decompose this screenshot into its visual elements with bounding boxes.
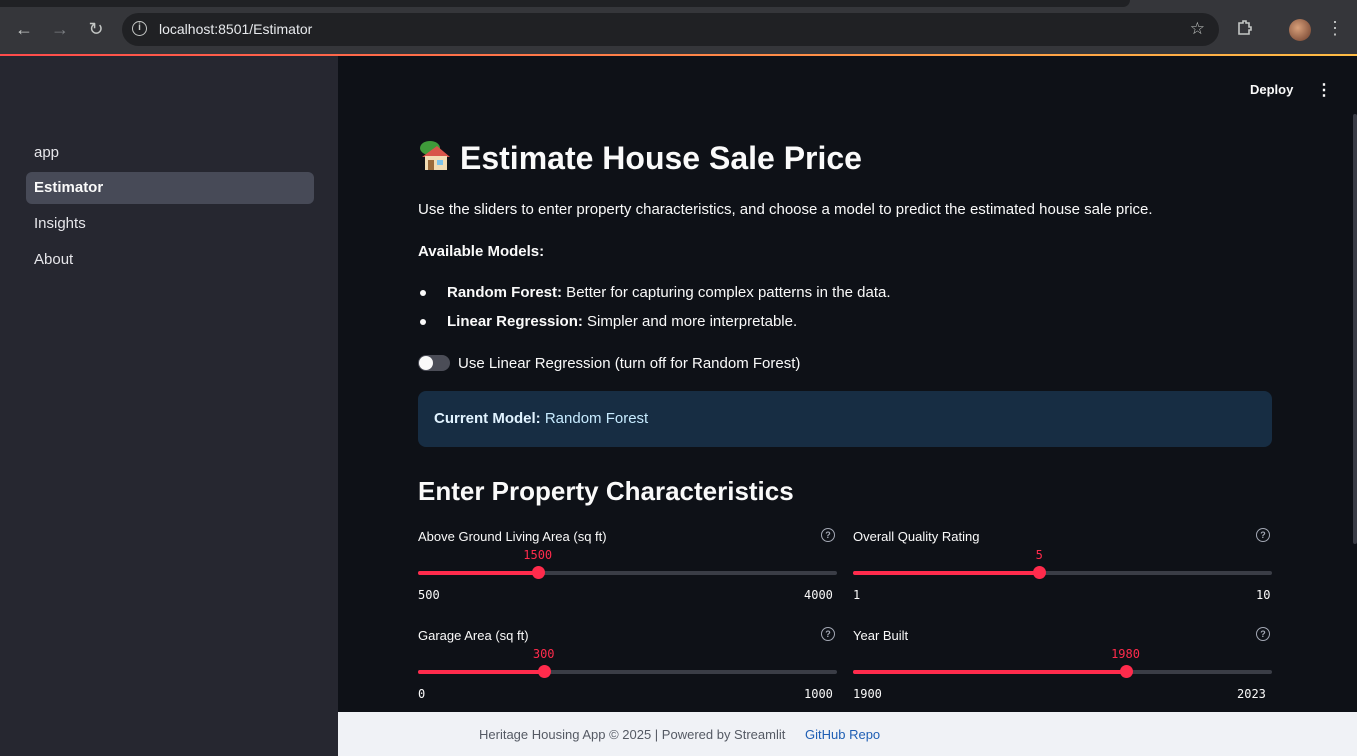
model-desc: Simpler and more interpretable. [582, 313, 798, 330]
page-title-text: Estimate House Sale Price [460, 140, 862, 176]
slider-fill [418, 571, 538, 575]
current-model-text: Current Model: Random Forest [434, 410, 648, 427]
section-title: Enter Property Characteristics [418, 476, 794, 506]
living-area-slider[interactable]: 1500 [418, 548, 837, 579]
model-name: Linear Regression: [447, 313, 583, 330]
back-icon[interactable]: ← [13, 18, 35, 40]
github-repo-link[interactable]: GitHub Repo [805, 727, 880, 742]
help-icon[interactable]: ? [821, 528, 835, 542]
slider-max: 4000 [804, 588, 833, 602]
footer-text: Heritage Housing App © 2025 | Powered by… [479, 727, 786, 742]
footer: Heritage Housing App © 2025 | Powered by… [338, 712, 1357, 756]
site-info-icon[interactable]: i [132, 21, 147, 36]
slider-thumb[interactable] [537, 665, 551, 678]
slider-value: 1500 [523, 548, 553, 562]
slider-value: 300 [532, 647, 555, 661]
quality-label: Overall Quality Rating [853, 529, 980, 544]
help-icon[interactable]: ? [1256, 627, 1270, 641]
sidebar-item-insights[interactable]: Insights [26, 208, 314, 240]
current-model-label: Current Model: [434, 410, 541, 427]
current-model-value: Random Forest [544, 410, 649, 427]
slider-fill [853, 571, 1040, 575]
list-item: Random Forest: Better for capturing comp… [447, 284, 891, 301]
slider-thumb[interactable] [1033, 566, 1047, 579]
reload-icon[interactable]: ↻ [85, 18, 107, 40]
page-title: Estimate House Sale Price [418, 139, 862, 177]
browser-menu-icon[interactable]: ⋮ [1326, 18, 1344, 39]
model-name: Random Forest: [447, 284, 563, 301]
bookmark-star-icon[interactable]: ☆ [1190, 19, 1205, 39]
garage-area-slider[interactable]: 300 [418, 647, 837, 678]
deploy-button[interactable]: Deploy [1250, 82, 1293, 97]
linear-regression-toggle[interactable] [418, 355, 450, 371]
sidebar-item-about[interactable]: About [26, 244, 314, 276]
scrollbar[interactable] [1353, 114, 1357, 544]
profile-avatar[interactable] [1289, 19, 1311, 41]
slider-max: 2023 [1237, 687, 1266, 701]
list-bullet [420, 290, 426, 296]
slider-fill [853, 670, 1126, 674]
model-desc: Better for capturing complex patterns in… [562, 284, 891, 301]
list-bullet [420, 319, 426, 325]
slider-min: 500 [418, 588, 440, 602]
slider-thumb[interactable] [1119, 665, 1133, 678]
sidebar-item-estimator[interactable]: Estimator [26, 172, 314, 204]
tab-strip [0, 0, 1130, 7]
quality-slider[interactable]: 5 [853, 548, 1272, 579]
models-heading: Available Models: [418, 243, 545, 260]
intro-text: Use the sliders to enter property charac… [418, 201, 1153, 218]
garage-area-label: Garage Area (sq ft) [418, 628, 529, 643]
main-menu-icon[interactable]: ⋮ [1316, 80, 1332, 100]
slider-max: 10 [1256, 588, 1271, 602]
slider-fill [418, 670, 544, 674]
slider-min: 0 [418, 687, 426, 701]
slider-value: 5 [1035, 548, 1043, 562]
toggle-label[interactable]: Use Linear Regression (turn off for Rand… [458, 355, 800, 372]
living-area-label: Above Ground Living Area (sq ft) [418, 529, 607, 544]
year-built-label: Year Built [853, 628, 909, 643]
list-item: Linear Regression: Simpler and more inte… [447, 313, 797, 330]
slider-max: 1000 [804, 687, 833, 701]
main-content: Deploy ⋮ Estimate House Sale Price Use t… [338, 56, 1357, 712]
year-built-slider[interactable]: 1980 [853, 647, 1272, 678]
extensions-icon[interactable] [1236, 18, 1256, 38]
sidebar-item-app[interactable]: app [26, 137, 314, 169]
browser-toolbar: ← → ↻ i localhost:8501/Estimator ☆ ⋮ [0, 0, 1357, 56]
slider-min: 1 [853, 588, 861, 602]
slider-thumb[interactable] [531, 566, 545, 579]
house-icon [420, 141, 450, 170]
slider-min: 1900 [853, 687, 882, 701]
help-icon[interactable]: ? [821, 627, 835, 641]
address-bar[interactable]: i localhost:8501/Estimator ☆ [122, 13, 1219, 46]
current-model-box: Current Model: Random Forest [418, 391, 1272, 447]
url-text[interactable]: localhost:8501/Estimator [159, 21, 312, 37]
toggle-knob[interactable] [419, 356, 433, 370]
slider-value: 1980 [1111, 647, 1140, 661]
help-icon[interactable]: ? [1256, 528, 1270, 542]
sidebar: app Estimator Insights About [0, 56, 338, 756]
forward-icon[interactable]: → [49, 18, 71, 40]
